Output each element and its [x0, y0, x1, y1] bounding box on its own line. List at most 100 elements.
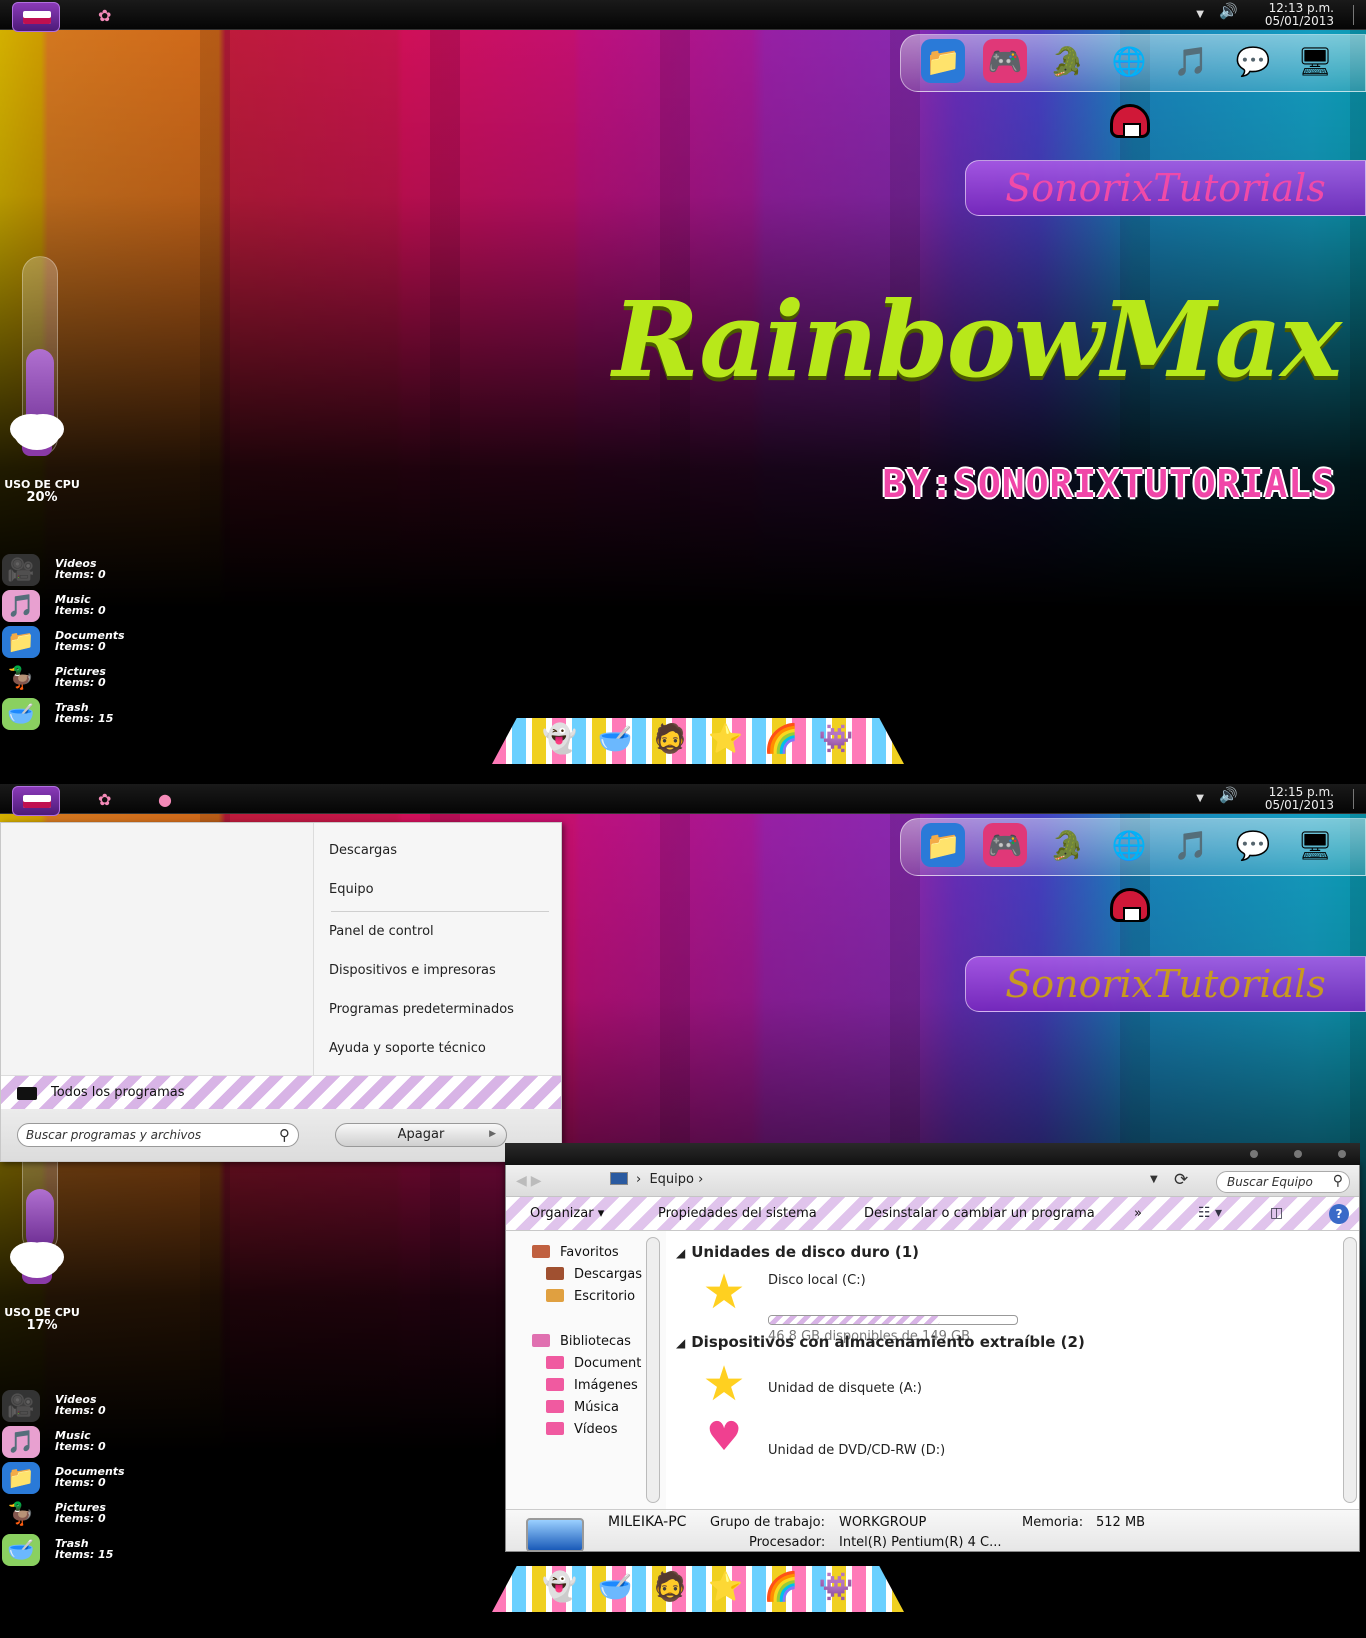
folder-widget-trash[interactable]: 🥣 Trash Items: 15: [0, 696, 140, 732]
search-icon: ⚲: [279, 1126, 290, 1144]
monster-icon[interactable]: 👾: [819, 1570, 854, 1603]
more-commands-button[interactable]: »: [1134, 1206, 1142, 1221]
globe-icon[interactable]: 🌐: [1107, 823, 1151, 867]
star-icon[interactable]: ⭐: [708, 1570, 743, 1603]
nav-videos[interactable]: Vídeos: [546, 1422, 617, 1437]
tray-expand-icon[interactable]: ▼: [1196, 792, 1204, 805]
all-programs-button[interactable]: Todos los programas: [1, 1075, 561, 1109]
help-icon[interactable]: ?: [1329, 1204, 1349, 1224]
folder-widget-pictures[interactable]: 🦆 Pictures Items: 0: [0, 660, 140, 696]
favorites-icon: [532, 1245, 550, 1258]
nav-music[interactable]: Música: [546, 1400, 619, 1415]
crocodile-icon[interactable]: 🐊: [1045, 39, 1089, 83]
nav-libraries[interactable]: Bibliotecas: [532, 1334, 631, 1349]
monitor-icon[interactable]: 🖥: [1293, 823, 1337, 867]
explorer-search-input[interactable]: Buscar Equipo ⚲: [1216, 1171, 1350, 1193]
volume-icon[interactable]: 🔊: [1219, 788, 1238, 803]
navigation-bar: ◀▶ › Equipo › ▼ ⟳ Buscar Equipo ⚲: [506, 1165, 1359, 1197]
drive-c-name[interactable]: Disco local (C:): [768, 1273, 866, 1288]
rainbow-cloud-icon[interactable]: 🌈: [764, 1570, 799, 1603]
drive-a-name[interactable]: Unidad de disquete (A:): [768, 1381, 922, 1396]
group-removable[interactable]: ◢ Dispositivos con almacenamiento extraíb…: [676, 1333, 1085, 1351]
refresh-icon[interactable]: ⟳: [1174, 1170, 1188, 1190]
itunes-icon[interactable]: 🎵: [1169, 39, 1213, 83]
organize-button[interactable]: Organizar ▾: [530, 1206, 604, 1221]
folder-widget-videos[interactable]: 🎥 Videos Items: 0: [0, 1388, 140, 1424]
back-forward-icon[interactable]: ◀▶: [516, 1173, 546, 1189]
tray-expand-icon[interactable]: ▼: [1196, 8, 1204, 21]
chat-icon[interactable]: 💬: [1231, 39, 1275, 83]
ghost-icon[interactable]: 👻: [542, 1570, 577, 1603]
folder-icon[interactable]: 📁: [921, 823, 965, 867]
drive-c-usage-bar: [768, 1315, 1018, 1325]
close-button[interactable]: [1338, 1150, 1346, 1158]
start-button[interactable]: [12, 2, 60, 32]
maximize-button[interactable]: [1294, 1150, 1302, 1158]
minimize-button[interactable]: [1250, 1150, 1258, 1158]
start-link-default-programs[interactable]: Programas predeterminados: [329, 1002, 514, 1017]
flower-icon[interactable]: ✿: [98, 6, 111, 25]
star-icon[interactable]: ⭐: [708, 722, 743, 755]
address-dropdown-icon[interactable]: ▼: [1150, 1174, 1158, 1185]
flower-icon[interactable]: ✿: [98, 790, 111, 809]
chat-icon[interactable]: 💬: [1231, 823, 1275, 867]
uninstall-program-button[interactable]: Desinstalar o cambiar un programa: [864, 1206, 1095, 1221]
start-search-input[interactable]: Buscar programas y archivos ⚲: [17, 1123, 299, 1147]
shutdown-button[interactable]: Apagar ▶: [335, 1123, 507, 1147]
caveman-icon[interactable]: 🧔: [653, 722, 688, 755]
video-camera-icon: 🎥: [2, 1390, 40, 1422]
caveman-icon[interactable]: 🧔: [653, 1570, 688, 1603]
monster-icon[interactable]: 👾: [819, 722, 854, 755]
start-link-devices-printers[interactable]: Dispositivos e impresoras: [329, 963, 496, 978]
folder-icon[interactable]: 📁: [921, 39, 965, 83]
start-link-computer[interactable]: Equipo: [329, 882, 374, 897]
gameboy-icon[interactable]: 🎮: [983, 823, 1027, 867]
heart-drive-icon[interactable]: ♥: [694, 1417, 754, 1457]
nav-scrollbar[interactable]: [646, 1237, 660, 1503]
system-properties-button[interactable]: Propiedades del sistema: [658, 1206, 817, 1221]
monitor-icon[interactable]: 🖥: [1293, 39, 1337, 83]
start-link-help-support[interactable]: Ayuda y soporte técnico: [329, 1041, 486, 1056]
bowl-icon[interactable]: 🥣: [598, 722, 633, 755]
folder-widget-documents[interactable]: 📁 Documents Items: 0: [0, 1460, 140, 1496]
start-button[interactable]: [12, 786, 60, 816]
shutdown-arrow-icon[interactable]: ▶: [489, 1129, 496, 1139]
duck-icon: 🦆: [7, 665, 35, 691]
rainbow-cloud-icon[interactable]: 🌈: [764, 722, 799, 755]
folder-widget-music[interactable]: 🎵 Music Items: 0: [0, 1424, 140, 1460]
globe-icon[interactable]: 🌐: [1107, 39, 1151, 83]
sonorix-banner: SonorixTutorials: [965, 956, 1366, 1012]
gameboy-icon[interactable]: 🎮: [983, 39, 1027, 83]
itunes-icon[interactable]: 🎵: [1169, 823, 1213, 867]
folder-widget-videos[interactable]: 🎥 Videos Items: 0: [0, 552, 140, 588]
nav-images[interactable]: Imágenes: [546, 1378, 638, 1393]
drive-d-name[interactable]: Unidad de DVD/CD-RW (D:): [768, 1443, 945, 1458]
folder-widget-documents[interactable]: 📁 Documents Items: 0: [0, 624, 140, 660]
preview-pane-icon[interactable]: ◫: [1270, 1205, 1283, 1221]
start-link-control-panel[interactable]: Panel de control: [329, 924, 434, 939]
group-hard-drives[interactable]: ◢ Unidades de disco duro (1): [676, 1243, 919, 1261]
window-titlebar[interactable]: [505, 1143, 1360, 1165]
nav-desktop[interactable]: Escritorio: [546, 1289, 635, 1304]
start-link-downloads[interactable]: Descargas: [329, 843, 397, 858]
star-drive-icon[interactable]: ★: [694, 1359, 754, 1409]
pink-blob-icon[interactable]: ●: [158, 790, 172, 809]
ghost-icon[interactable]: 👻: [542, 722, 577, 755]
view-options-icon[interactable]: ☷ ▾: [1198, 1205, 1222, 1221]
folder-widget-music[interactable]: 🎵 Music Items: 0: [0, 588, 140, 624]
clock[interactable]: 12:15 p.m. 05/01/2013: [1244, 786, 1334, 812]
nav-downloads[interactable]: Descargas: [546, 1267, 642, 1282]
nav-documents[interactable]: Document: [546, 1356, 641, 1371]
clock[interactable]: 12:13 p.m. 05/01/2013: [1244, 2, 1334, 28]
content-scrollbar[interactable]: [1343, 1237, 1357, 1503]
star-drive-icon[interactable]: ★: [694, 1267, 754, 1317]
memory-value: 512 MB: [1096, 1515, 1146, 1530]
navigation-pane: Favoritos Descargas Escritorio Bibliotec…: [506, 1231, 666, 1509]
folder-widget-trash[interactable]: 🥣 Trash Items: 15: [0, 1532, 140, 1568]
folder-widget-pictures[interactable]: 🦆 Pictures Items: 0: [0, 1496, 140, 1532]
bowl-icon[interactable]: 🥣: [598, 1570, 633, 1603]
address-bar[interactable]: › Equipo ›: [610, 1172, 703, 1187]
volume-icon[interactable]: 🔊: [1219, 4, 1238, 19]
nav-favorites[interactable]: Favoritos: [532, 1245, 619, 1260]
crocodile-icon[interactable]: 🐊: [1045, 823, 1089, 867]
